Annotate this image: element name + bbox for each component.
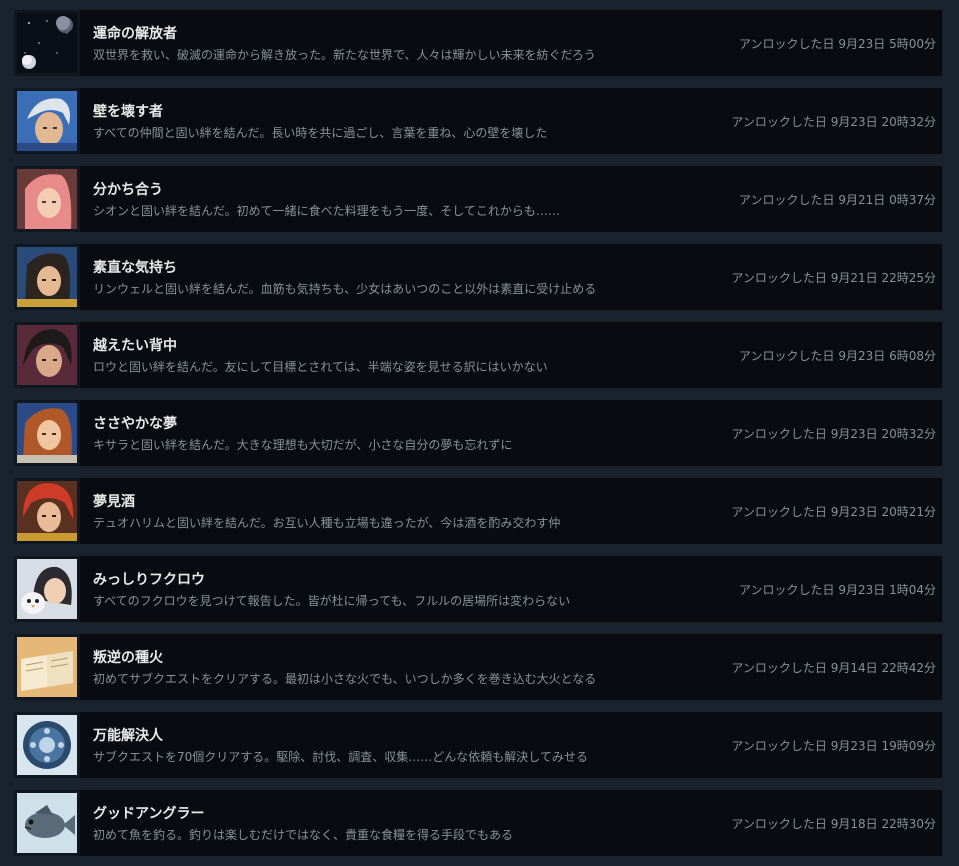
achievement-unlock-date: アンロックした日 9月23日 5時00分 (739, 37, 936, 51)
achievement-description: リンウェルと固い絆を結んだ。血筋も気持ちも、少女はあいつのこと以外は素直に受け止… (93, 282, 597, 296)
red-haired-man-portrait-icon (17, 481, 77, 541)
achievement-title: 素直な気持ち (93, 260, 177, 276)
achievement-title: 夢見酒 (93, 494, 135, 510)
achievement-row[interactable]: 分かち合う シオンと固い絆を結んだ。初めて一緒に食べた料理をもう一度、そしてこれ… (14, 166, 942, 232)
auburn-haired-woman-portrait-icon (17, 403, 77, 463)
achievement-row[interactable]: 素直な気持ち リンウェルと固い絆を結んだ。血筋も気持ちも、少女はあいつのこと以外… (14, 244, 942, 310)
achievement-icon-frame (14, 244, 80, 310)
achievement-title: ささやかな夢 (93, 416, 177, 432)
achievement-icon-frame (14, 166, 80, 232)
achievement-title: 分かち合う (93, 182, 163, 198)
achievement-unlock-date: アンロックした日 9月21日 22時25分 (731, 271, 936, 285)
achievement-row[interactable]: みっしりフクロウ すべてのフクロウを見つけて報告した。皆が杜に帰っても、フルルの… (14, 556, 942, 622)
achievement-row[interactable]: 万能解決人 サブクエストを70個クリアする。駆除、討伐、調査、収集……どんな依頼… (14, 712, 942, 778)
achievement-title: 壁を壊す者 (93, 104, 163, 120)
achievement-description: すべての仲間と固い絆を結んだ。長い時を共に過ごし、言葉を重ね、心の壁を壊した (93, 126, 548, 140)
achievement-icon-frame (14, 556, 80, 622)
achievement-icon-frame (14, 712, 80, 778)
owl-and-girl-portrait-icon (17, 559, 77, 619)
space-orbs-icon (17, 13, 77, 73)
achievement-icon-frame (14, 400, 80, 466)
achievement-description: キサラと固い絆を結んだ。大きな理想も大切だが、小さな自分の夢も忘れずに (93, 438, 513, 452)
achievement-icon-frame (14, 88, 80, 154)
achievement-description: 初めて魚を釣る。釣りは楽しむだけではなく、貴重な食糧を得る手段でもある (93, 828, 514, 842)
achievement-icon-frame (14, 322, 80, 388)
achievement-row[interactable]: 壁を壊す者 すべての仲間と固い絆を結んだ。長い時を共に過ごし、言葉を重ね、心の壁… (14, 88, 942, 154)
ornate-emblem-icon (17, 715, 77, 775)
achievement-row[interactable]: 越えたい背中 ロウと固い絆を結んだ。友にして目標とされては、半端な姿を見せる訳に… (14, 322, 942, 388)
achievement-unlock-date: アンロックした日 9月18日 22時30分 (731, 817, 936, 831)
dark-haired-boy-portrait-icon (17, 325, 77, 385)
achievement-description: シオンと固い絆を結んだ。初めて一緒に食べた料理をもう一度、そしてこれからも…… (93, 204, 560, 218)
achievement-title: 運命の解放者 (93, 26, 177, 42)
achievement-row[interactable]: グッドアングラー 初めて魚を釣る。釣りは楽しむだけではなく、貴重な食糧を得る手段… (14, 790, 942, 856)
achievement-title: グッドアングラー (93, 806, 205, 822)
open-book-icon (17, 637, 77, 697)
achievement-row[interactable]: 夢見酒 テュオハリムと固い絆を結んだ。お互い人種も立場も違ったが、今は酒を酌み交… (14, 478, 942, 544)
achievement-title: 万能解決人 (93, 728, 163, 744)
achievement-row[interactable]: 叛逆の種火 初めてサブクエストをクリアする。最初は小さな火でも、いつしか多くを巻… (14, 634, 942, 700)
achievement-description: ロウと固い絆を結んだ。友にして目標とされては、半端な姿を見せる訳にはいかない (93, 360, 548, 374)
achievement-unlock-date: アンロックした日 9月23日 1時04分 (739, 583, 936, 597)
achievement-unlock-date: アンロックした日 9月21日 0時37分 (739, 193, 936, 207)
achievement-description: 双世界を救い、破滅の運命から解き放った。新たな世界で、人々は輝かしい未来を紡ぐだ… (93, 48, 596, 62)
fish-icon (17, 793, 77, 853)
achievement-icon-frame (14, 790, 80, 856)
achievement-unlock-date: アンロックした日 9月23日 6時08分 (739, 349, 936, 363)
achievement-row[interactable]: 運命の解放者 双世界を救い、破滅の運命から解き放った。新たな世界で、人々は輝かし… (14, 10, 942, 76)
achievement-icon-frame (14, 478, 80, 544)
achievement-title: みっしりフクロウ (93, 572, 205, 588)
achievement-unlock-date: アンロックした日 9月14日 22時42分 (731, 661, 936, 675)
achievement-unlock-date: アンロックした日 9月23日 20時32分 (731, 427, 936, 441)
achievement-title: 叛逆の種火 (93, 650, 163, 666)
achievement-description: すべてのフクロウを見つけて報告した。皆が杜に帰っても、フルルの居場所は変わらない (93, 594, 571, 608)
achievement-icon-frame (14, 634, 80, 700)
dark-haired-girl-portrait-icon (17, 247, 77, 307)
achievement-description: テュオハリムと固い絆を結んだ。お互い人種も立場も違ったが、今は酒を酌み交わす仲 (93, 516, 561, 530)
achievement-description: サブクエストを70個クリアする。駆除、討伐、調査、収集……どんな依頼も解決してみ… (93, 750, 588, 764)
achievement-row[interactable]: ささやかな夢 キサラと固い絆を結んだ。大きな理想も大切だが、小さな自分の夢も忘れ… (14, 400, 942, 466)
achievement-description: 初めてサブクエストをクリアする。最初は小さな火でも、いつしか多くを巻き込む大火と… (93, 672, 597, 686)
achievement-list: 運命の解放者 双世界を救い、破滅の運命から解き放った。新たな世界で、人々は輝かし… (0, 0, 959, 866)
achievement-unlock-date: アンロックした日 9月23日 19時09分 (731, 739, 936, 753)
achievement-title: 越えたい背中 (93, 338, 177, 354)
achievement-icon-frame (14, 10, 80, 76)
achievement-unlock-date: アンロックした日 9月23日 20時21分 (731, 505, 936, 519)
pink-haired-girl-portrait-icon (17, 169, 77, 229)
achievement-unlock-date: アンロックした日 9月23日 20時32分 (731, 115, 936, 129)
white-haired-hero-portrait-icon (17, 91, 77, 151)
